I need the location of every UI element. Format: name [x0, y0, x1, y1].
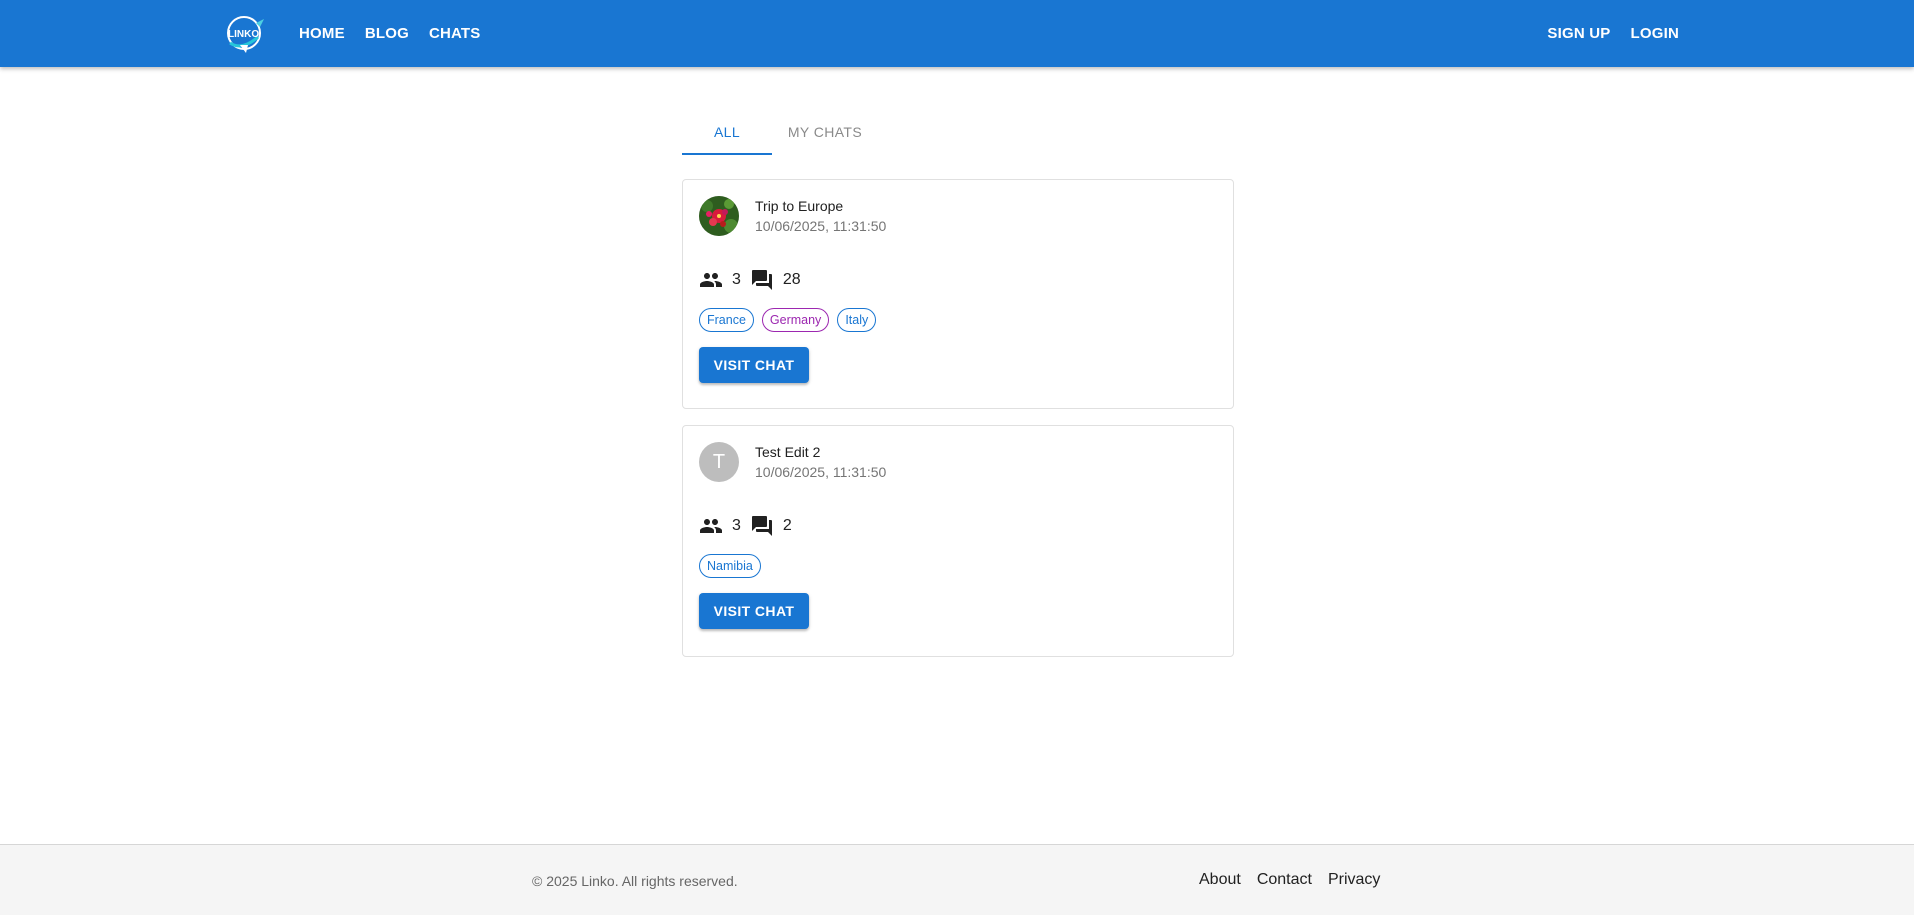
people-icon — [699, 268, 723, 292]
nav-home-button[interactable]: HOME — [290, 17, 354, 50]
login-button[interactable]: LOGIN — [1622, 17, 1689, 50]
tab-indicator — [682, 153, 772, 155]
tag-list: France Germany Italy — [699, 308, 877, 332]
message-count: 2 — [782, 517, 792, 534]
chat-title: Trip to Europe — [755, 198, 844, 214]
visit-chat-button[interactable]: VISIT CHAT — [699, 347, 809, 383]
tag-chip-france[interactable]: France — [699, 308, 754, 332]
linko-logo[interactable]: LINKO — [224, 15, 268, 53]
app-bar-content: LINKO HOME BLOG CHATS SIGN UP LOGIN — [224, 0, 1690, 67]
chat-card-header: Trip to Europe 10/06/2025, 11:31:50 — [699, 196, 886, 236]
footer: © 2025 Linko. All rights reserved. About… — [0, 844, 1914, 915]
tab-my-chats[interactable]: MY CHATS — [772, 108, 878, 156]
message-count: 28 — [782, 271, 801, 288]
tab-all[interactable]: ALL — [682, 108, 772, 156]
nav-blog-button[interactable]: BLOG — [356, 17, 418, 50]
member-count: 3 — [732, 271, 741, 288]
tag-chip-namibia[interactable]: Namibia — [699, 554, 761, 578]
chat-avatar-flower-image — [699, 196, 739, 236]
logo-text: LINKO — [228, 29, 259, 40]
chat-timestamp: 10/06/2025, 11:31:50 — [755, 218, 887, 234]
forum-icon — [750, 514, 774, 538]
chat-title: Test Edit 2 — [755, 444, 821, 460]
member-count: 3 — [732, 517, 741, 534]
tag-list: Namibia — [699, 554, 761, 578]
chat-card: T Test Edit 2 10/06/2025, 11:31:50 3 2 N… — [682, 425, 1234, 657]
chat-tabs: ALL MY CHATS — [682, 108, 878, 156]
people-icon — [699, 514, 723, 538]
copyright-text: © 2025 Linko. All rights reserved. — [532, 873, 738, 889]
chat-card: Trip to Europe 10/06/2025, 11:31:50 3 28… — [682, 179, 1234, 409]
tag-chip-italy[interactable]: Italy — [837, 308, 877, 332]
chat-timestamp: 10/06/2025, 11:31:50 — [755, 464, 887, 480]
forum-icon — [750, 268, 774, 292]
chat-card-heading: Test Edit 2 10/06/2025, 11:31:50 — [755, 442, 886, 482]
flower-image-icon — [699, 196, 739, 236]
nav-chats-button[interactable]: CHATS — [420, 17, 490, 50]
footer-links: About Contact Privacy — [1199, 871, 1380, 889]
chat-card-heading: Trip to Europe 10/06/2025, 11:31:50 — [755, 196, 886, 236]
logo-graphic: LINKO — [227, 15, 264, 53]
footer-link-privacy[interactable]: Privacy — [1328, 871, 1380, 889]
visit-chat-button[interactable]: VISIT CHAT — [699, 593, 809, 629]
chat-card-header: T Test Edit 2 10/06/2025, 11:31:50 — [699, 442, 886, 482]
sign-up-button[interactable]: SIGN UP — [1538, 17, 1619, 50]
footer-link-about[interactable]: About — [1199, 871, 1241, 889]
chat-avatar-letter: T — [699, 442, 739, 482]
app-bar: LINKO HOME BLOG CHATS SIGN UP LOGIN — [0, 0, 1914, 67]
tag-chip-germany[interactable]: Germany — [761, 308, 830, 332]
chat-stats: 3 28 — [699, 268, 810, 292]
footer-link-contact[interactable]: Contact — [1257, 871, 1312, 889]
chat-stats: 3 2 — [699, 514, 801, 538]
